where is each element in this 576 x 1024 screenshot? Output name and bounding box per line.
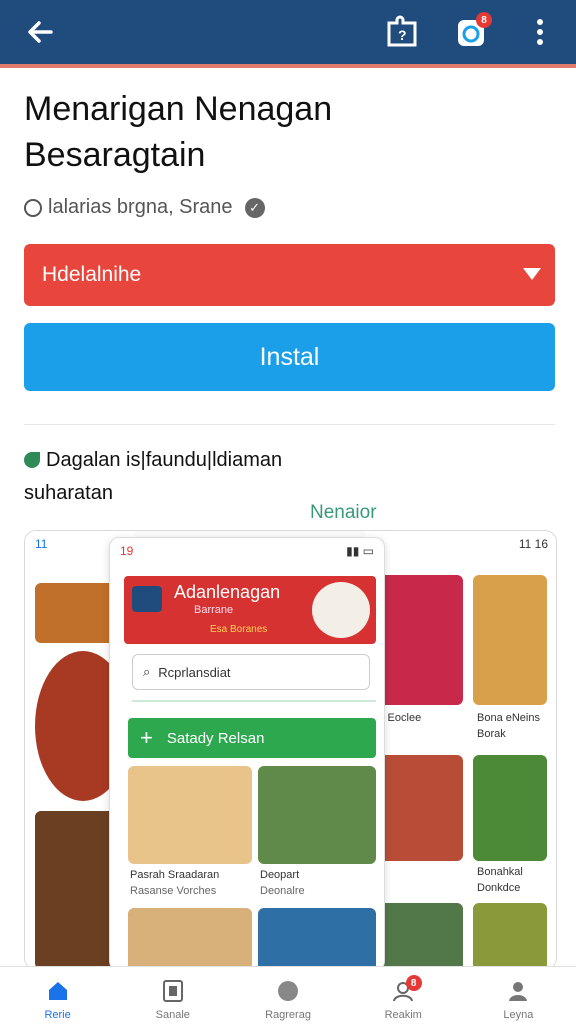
nav-label: Leyna (503, 1009, 534, 1021)
caption-sub: Rasanse Vorches (130, 885, 217, 897)
notification-badge: 8 (476, 12, 492, 28)
status-time: 19 (120, 544, 134, 558)
promo-tag: Esa Boranes (210, 624, 268, 635)
screenshot-gallery[interactable]: 11 11 16 s Eoclee Bona eNeins Borak Bona… (24, 530, 557, 970)
new-label: Nenaior (310, 502, 377, 523)
person-image (375, 575, 463, 705)
publisher-name[interactable]: lalarias brgna, Srane (48, 196, 233, 219)
description-line1: Dagalan is|faundu|ldiaman (46, 449, 283, 471)
food-image (258, 766, 376, 864)
nav-item-account-badge[interactable]: 8 Reakim (346, 967, 461, 1024)
svg-text:?: ? (398, 27, 407, 43)
app-title-line1: Menarigan Nenagan (24, 90, 333, 128)
nav-label: Reakim (384, 1009, 422, 1021)
food-image (375, 903, 463, 969)
apps-icon (162, 980, 183, 1002)
nav-label: Rerie (44, 1009, 71, 1021)
screenshot-right[interactable]: 11 16 s Eoclee Bona eNeins Borak Bonahka… (365, 531, 556, 969)
nav-label: Sanale (155, 1009, 190, 1021)
more-vert-icon[interactable] (522, 14, 558, 50)
food-image (128, 766, 252, 864)
food-image (473, 755, 547, 861)
nav-item-apps[interactable]: Sanale (115, 967, 230, 1024)
promo-title: Adanlenagan (174, 582, 281, 602)
divider (24, 424, 555, 425)
puzzle-help-icon[interactable]: ? (384, 14, 420, 50)
games-icon (278, 981, 298, 1001)
promo-sub: Barrane (194, 604, 234, 616)
signal-battery-icon: ▮▮ ▭ (346, 544, 374, 558)
status-bar: 11 16 (365, 531, 556, 557)
caption-title: Deopart (260, 869, 300, 881)
description-line2: suharatan (24, 482, 113, 504)
food-image (128, 908, 252, 969)
caption-sub: Deonalre (260, 885, 305, 897)
search-input[interactable]: ⌕ Rcprlansdiat (132, 654, 370, 690)
nav-item-home[interactable]: Rerie (0, 967, 115, 1024)
nav-item-games[interactable]: Ragrerag (230, 967, 345, 1024)
food-image (312, 582, 370, 638)
chevron-down-icon (523, 268, 541, 280)
caption: s Eoclee (379, 712, 422, 724)
nav-item-profile[interactable]: Leyna (461, 967, 576, 1024)
version-dropdown[interactable]: Hdelalnihe (24, 244, 555, 306)
caption-title: Pasrah Sraadaran (130, 869, 220, 881)
green-action-button[interactable]: + Satady Relsan (128, 718, 376, 758)
food-image (258, 908, 376, 969)
top-app-bar: ? 8 (0, 0, 576, 68)
notification-app-icon[interactable]: 8 (454, 12, 492, 50)
food-image (473, 575, 547, 705)
caption-sub: Borak (477, 728, 506, 740)
app-logo-icon (132, 586, 162, 612)
bottom-navigation: Rerie Sanale Ragrerag 8 Reakim Leyna (0, 966, 576, 1024)
plus-icon: + (140, 725, 153, 750)
leaf-icon (24, 452, 40, 468)
verified-check-icon: ✓ (244, 197, 265, 218)
search-icon: ⌕ (143, 664, 151, 679)
nav-badge: 8 (405, 975, 422, 991)
caption-sub: Donkdce (477, 882, 521, 894)
publisher-circle-icon (24, 198, 42, 217)
app-title-line2: Besaragtain (24, 136, 206, 174)
green-button-label: Satady Relsan (166, 729, 265, 747)
divider (132, 700, 376, 702)
app-description: Dagalan is|faundu|ldiaman suharatan (24, 444, 524, 510)
dropdown-label: Hdelalnihe (42, 263, 142, 286)
food-image (375, 755, 463, 861)
promo-header: Adanlenagan Barrane Esa Boranes (124, 576, 376, 644)
status-bar: 19 ▮▮ ▭ (110, 538, 384, 564)
home-icon (48, 982, 67, 1000)
caption-title: Bona eNeins (477, 712, 540, 724)
nav-label: Ragrerag (265, 1009, 311, 1021)
food-image (473, 903, 547, 969)
publisher-row: lalarias brgna, Srane ✓ (24, 196, 265, 219)
status-text: 11 (35, 537, 48, 551)
screenshot-center[interactable]: 19 ▮▮ ▭ Adanlenagan Barrane Esa Boranes … (109, 537, 385, 969)
status-text: 11 16 (518, 537, 548, 551)
search-placeholder: Rcprlansdiat (158, 664, 231, 680)
app-title: Menarigan Nenagan Besaragtain (24, 86, 554, 178)
caption-title: Bonahkal (477, 866, 523, 878)
arrow-left-icon[interactable] (22, 14, 58, 50)
person-icon (509, 982, 528, 1001)
install-button[interactable]: Instal (24, 323, 555, 391)
install-button-label: Instal (259, 342, 320, 371)
